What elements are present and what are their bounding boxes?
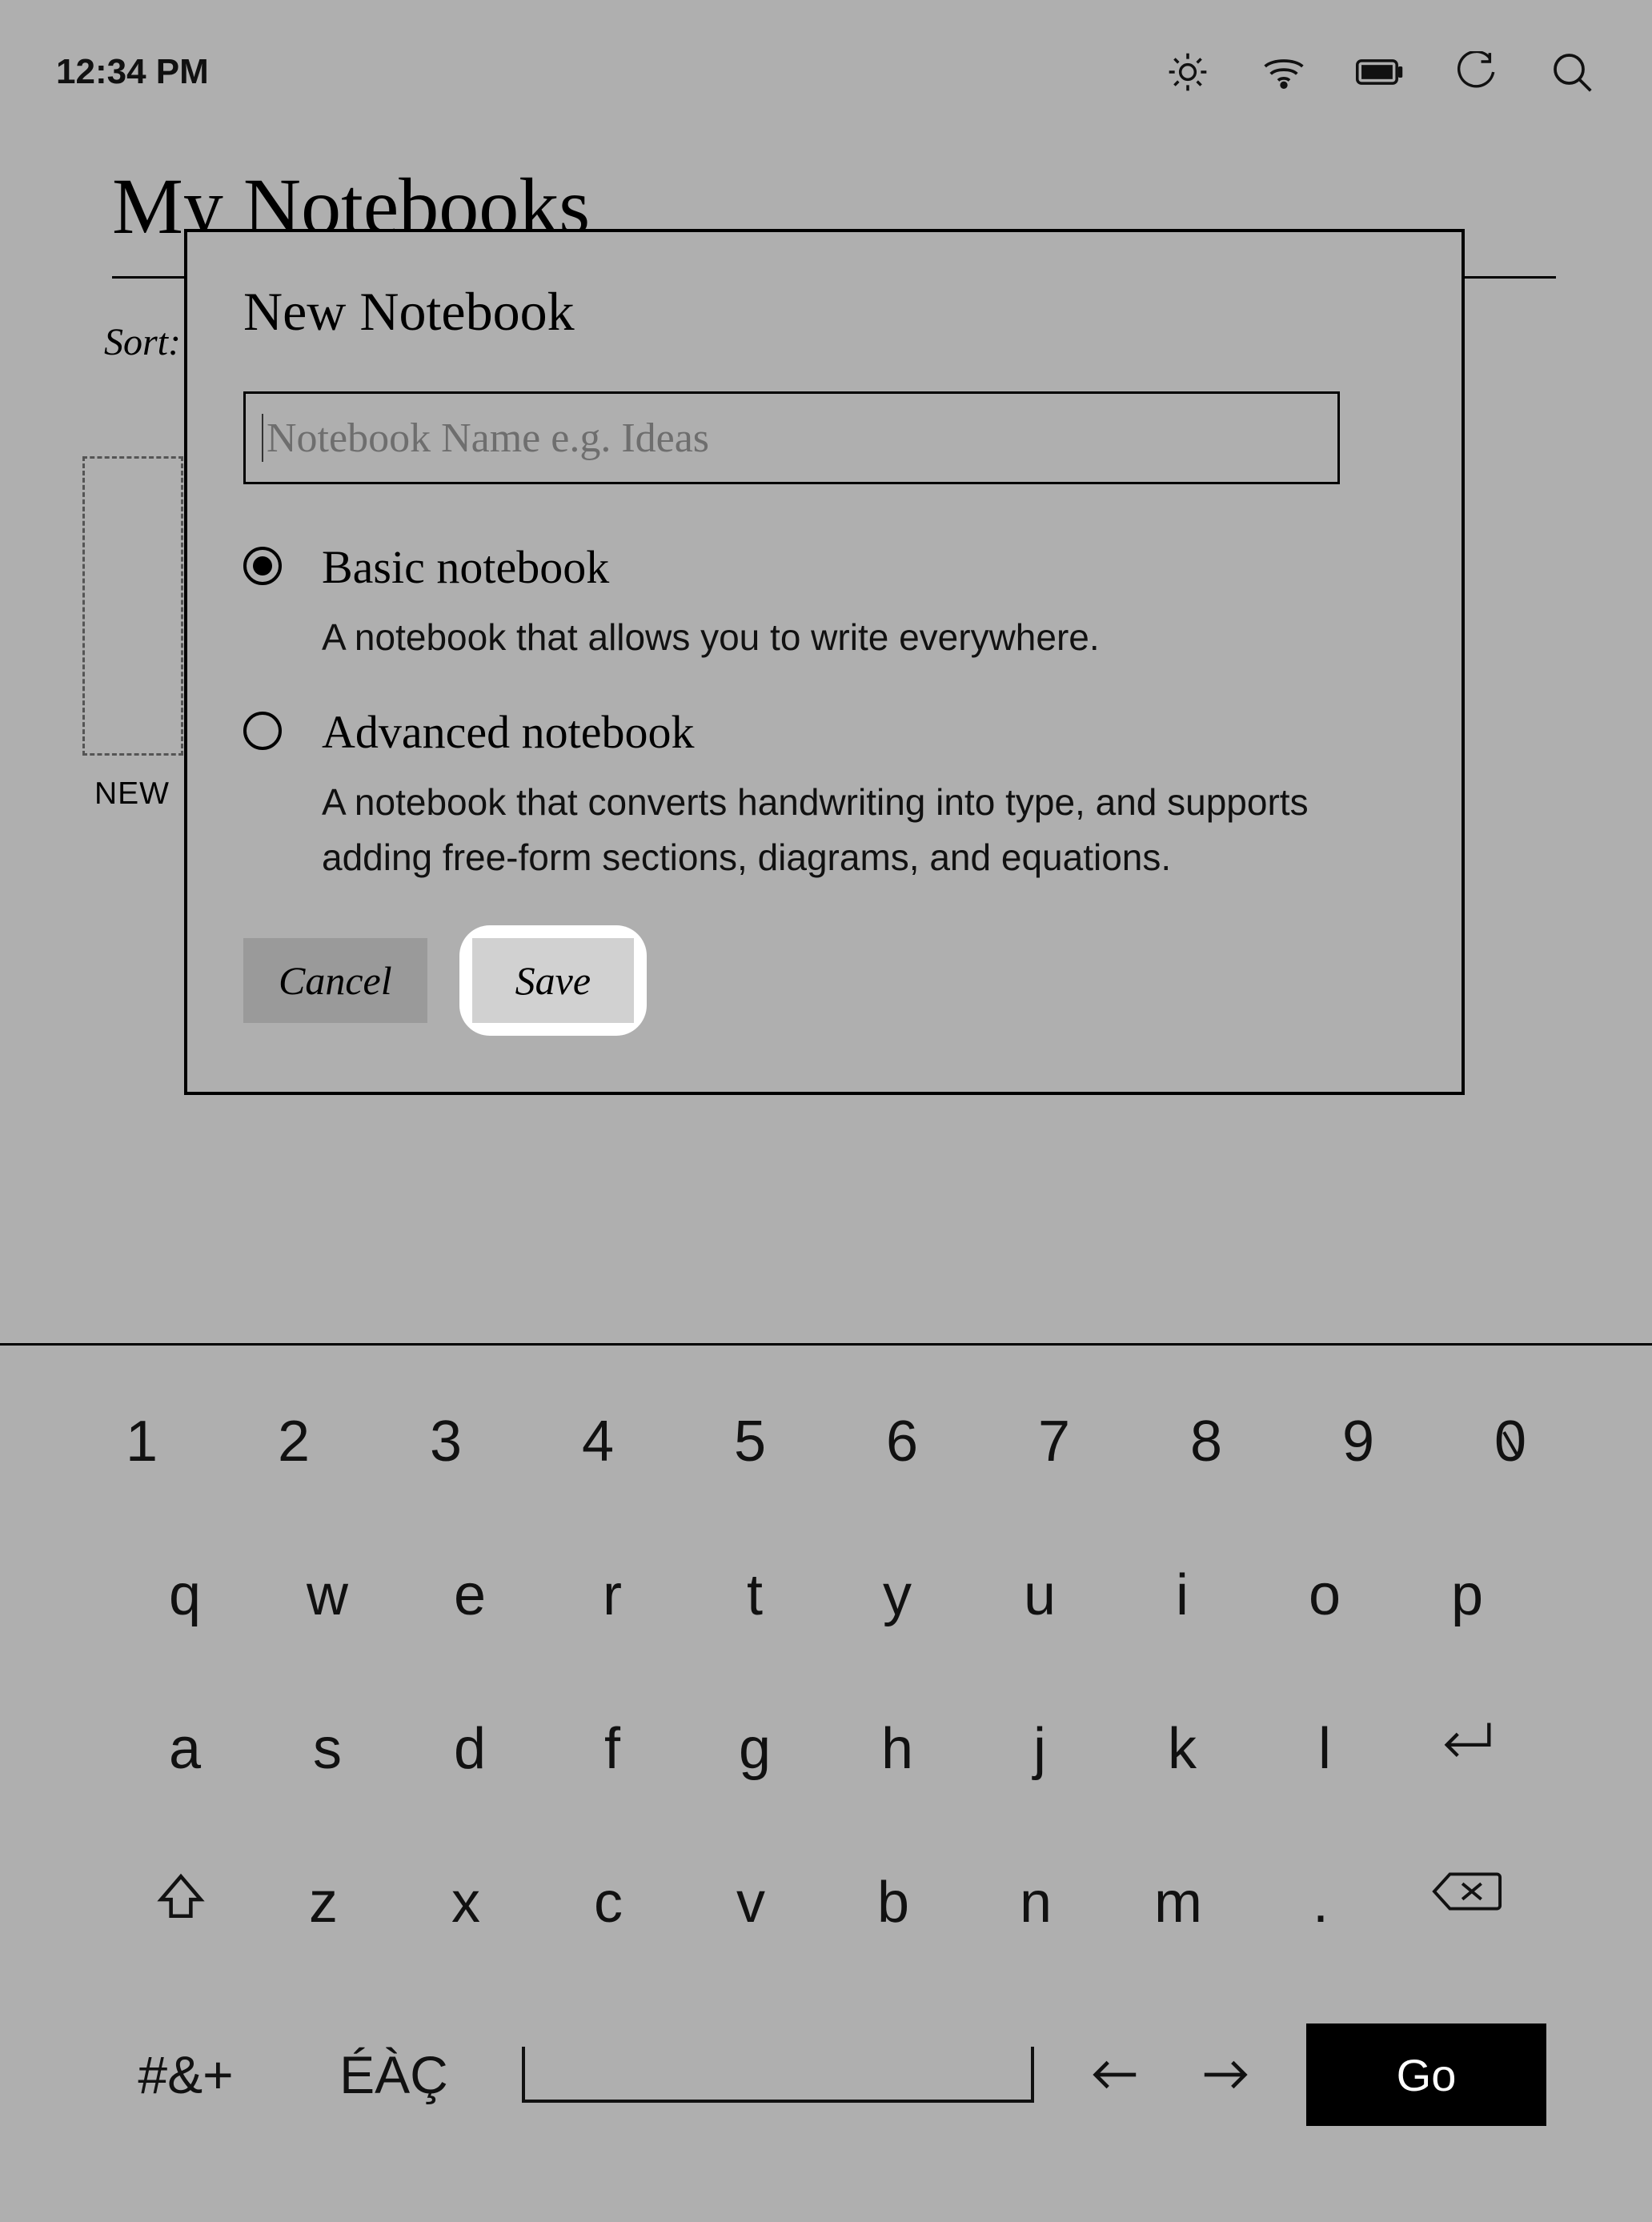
sort-label[interactable]: Sort: bbox=[104, 320, 181, 364]
notebook-name-placeholder: Notebook Name e.g. Ideas bbox=[267, 415, 709, 462]
key-m[interactable]: m bbox=[1146, 1870, 1210, 1935]
key-f[interactable]: f bbox=[580, 1716, 644, 1782]
new-notebook-dialog: New Notebook Notebook Name e.g. Ideas Ba… bbox=[184, 229, 1465, 1095]
new-notebook-label: NEW bbox=[94, 776, 170, 812]
return-key[interactable] bbox=[1435, 1716, 1499, 1782]
battery-icon[interactable] bbox=[1356, 48, 1404, 96]
key-s[interactable]: s bbox=[295, 1716, 359, 1782]
option-basic-desc: A notebook that allows you to write ever… bbox=[322, 610, 1100, 665]
backspace-key[interactable] bbox=[1431, 1870, 1503, 1935]
key-p[interactable]: p bbox=[1435, 1562, 1499, 1628]
search-icon[interactable] bbox=[1548, 48, 1596, 96]
key-z[interactable]: z bbox=[291, 1870, 355, 1935]
arrow-left-key[interactable] bbox=[1082, 2056, 1146, 2094]
option-basic-title: Basic notebook bbox=[322, 540, 1100, 594]
key-i[interactable]: i bbox=[1150, 1562, 1214, 1628]
key-r[interactable]: r bbox=[580, 1562, 644, 1628]
key-x[interactable]: x bbox=[434, 1870, 498, 1935]
key-7[interactable]: 7 bbox=[1022, 1409, 1086, 1474]
key-k[interactable]: k bbox=[1150, 1716, 1214, 1782]
save-button[interactable]: Save bbox=[472, 938, 634, 1023]
key-n[interactable]: n bbox=[1004, 1870, 1068, 1935]
key-2[interactable]: 2 bbox=[262, 1409, 326, 1474]
status-time: 12:34 PM bbox=[56, 52, 209, 92]
key-4[interactable]: 4 bbox=[566, 1409, 630, 1474]
key-9[interactable]: 9 bbox=[1326, 1409, 1390, 1474]
key-y[interactable]: y bbox=[865, 1562, 929, 1628]
key-8[interactable]: 8 bbox=[1174, 1409, 1238, 1474]
key-.[interactable]: . bbox=[1289, 1870, 1353, 1935]
key-e[interactable]: e bbox=[438, 1562, 502, 1628]
key-v[interactable]: v bbox=[719, 1870, 783, 1935]
radio-icon[interactable] bbox=[243, 547, 282, 585]
status-bar: 12:34 PM bbox=[0, 0, 1652, 144]
dialog-title: New Notebook bbox=[243, 280, 1405, 343]
key-b[interactable]: b bbox=[861, 1870, 925, 1935]
option-basic[interactable]: Basic notebook A notebook that allows yo… bbox=[243, 540, 1405, 665]
key-q[interactable]: q bbox=[153, 1562, 217, 1628]
key-Ø[interactable]: 0 bbox=[1478, 1409, 1542, 1474]
key-h[interactable]: h bbox=[865, 1716, 929, 1782]
spacebar-key[interactable] bbox=[522, 2047, 1034, 2103]
radio-icon[interactable] bbox=[243, 712, 282, 750]
brightness-icon[interactable] bbox=[1164, 48, 1212, 96]
key-w[interactable]: w bbox=[295, 1562, 359, 1628]
go-button[interactable]: Go bbox=[1306, 2023, 1546, 2126]
wifi-icon[interactable] bbox=[1260, 48, 1308, 96]
key-u[interactable]: u bbox=[1008, 1562, 1072, 1628]
key-g[interactable]: g bbox=[723, 1716, 787, 1782]
option-advanced-desc: A notebook that converts handwriting int… bbox=[322, 775, 1346, 885]
cancel-button[interactable]: Cancel bbox=[243, 938, 427, 1023]
symbols-key[interactable]: #&+ bbox=[106, 2044, 266, 2105]
key-t[interactable]: t bbox=[723, 1562, 787, 1628]
refresh-icon[interactable] bbox=[1452, 48, 1500, 96]
key-a[interactable]: a bbox=[153, 1716, 217, 1782]
key-l[interactable]: l bbox=[1293, 1716, 1357, 1782]
key-6[interactable]: 6 bbox=[870, 1409, 934, 1474]
key-5[interactable]: 5 bbox=[718, 1409, 782, 1474]
option-advanced-title: Advanced notebook bbox=[322, 705, 1346, 759]
save-button-highlight: Save bbox=[459, 925, 647, 1036]
key-o[interactable]: o bbox=[1293, 1562, 1357, 1628]
key-d[interactable]: d bbox=[438, 1716, 502, 1782]
arrow-right-key[interactable] bbox=[1194, 2056, 1258, 2094]
key-j[interactable]: j bbox=[1008, 1716, 1072, 1782]
onscreen-keyboard: 1 2 3 4 5 6 7 8 9 0 q w e r t y u i o p a s d f g h j k l z x c v b n m.… bbox=[0, 1409, 1652, 2222]
keyboard-divider bbox=[0, 1343, 1652, 1346]
notebook-name-input[interactable]: Notebook Name e.g. Ideas bbox=[243, 391, 1340, 484]
key-1[interactable]: 1 bbox=[110, 1409, 174, 1474]
shift-key[interactable] bbox=[149, 1870, 213, 1935]
key-c[interactable]: c bbox=[576, 1870, 640, 1935]
key-3[interactable]: 3 bbox=[414, 1409, 478, 1474]
new-notebook-tile[interactable] bbox=[82, 456, 183, 756]
option-advanced[interactable]: Advanced notebook A notebook that conver… bbox=[243, 705, 1405, 885]
accents-key[interactable]: ÉÀÇ bbox=[314, 2044, 474, 2105]
